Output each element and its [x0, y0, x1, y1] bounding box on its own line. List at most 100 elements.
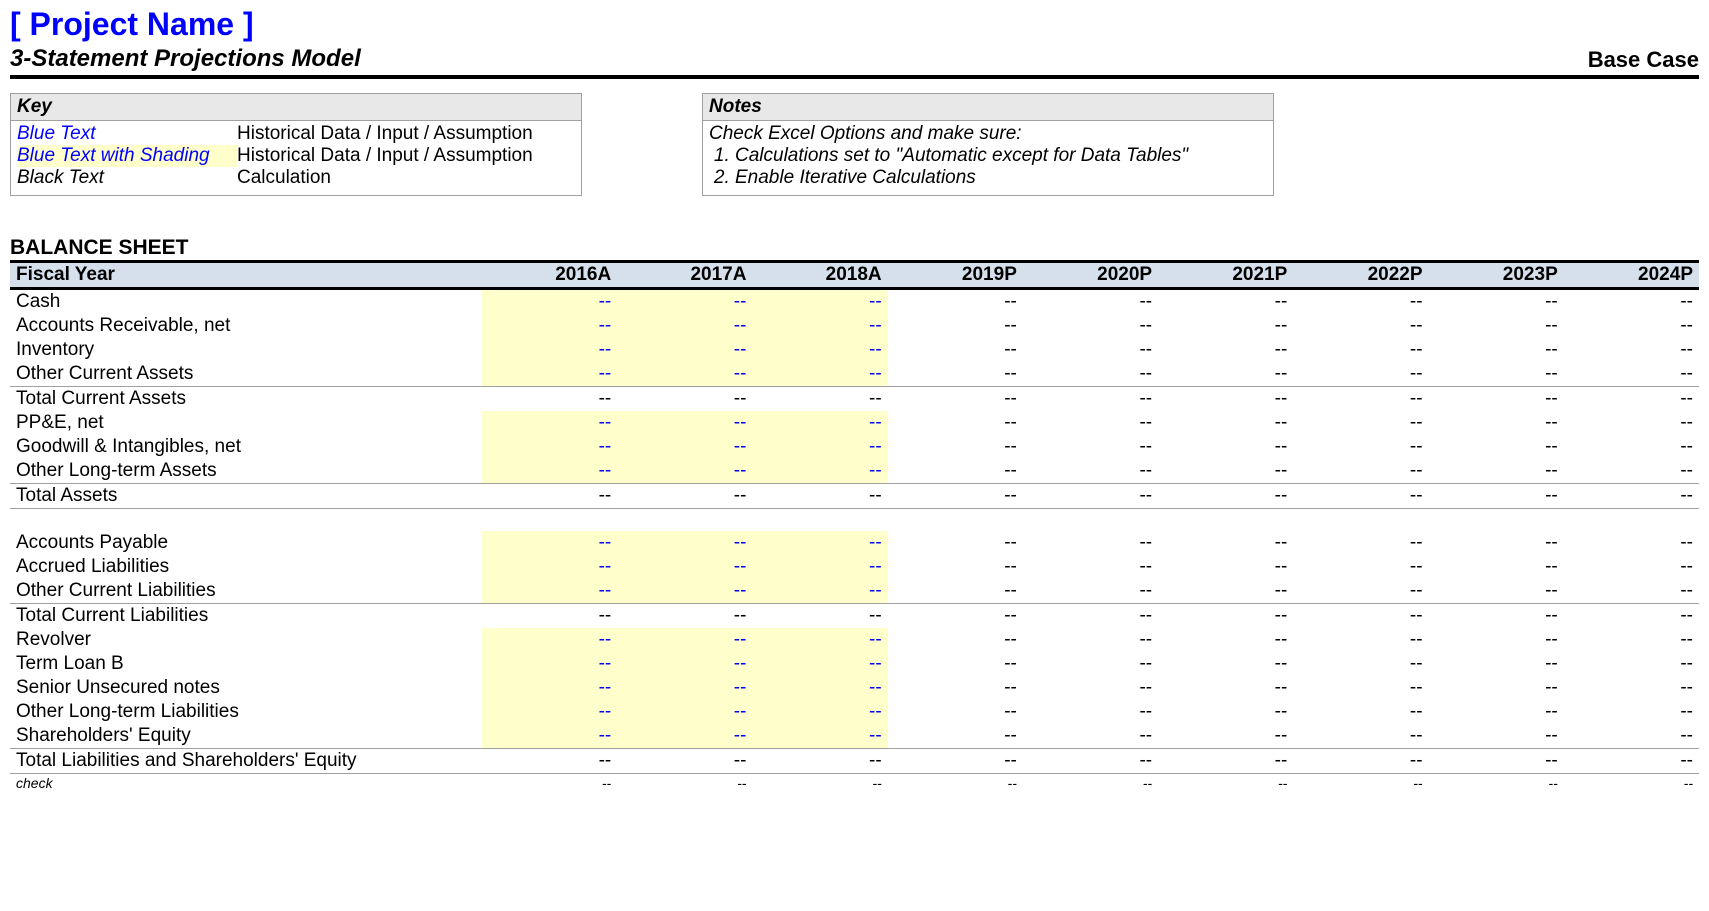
- cell-value: --: [1158, 411, 1293, 435]
- cell-value[interactable]: --: [482, 459, 617, 484]
- cell-value: --: [1158, 314, 1293, 338]
- cell-value: --: [1023, 314, 1158, 338]
- key-desc: Historical Data / Input / Assumption: [237, 145, 533, 167]
- notes-panel: Notes Check Excel Options and make sure:…: [702, 93, 1274, 196]
- cell-value: --: [1158, 749, 1293, 774]
- key-label: Blue Text: [17, 123, 237, 145]
- cell-value[interactable]: --: [617, 724, 752, 749]
- table-row: Revolver------------------: [10, 628, 1699, 652]
- cell-value[interactable]: --: [617, 435, 752, 459]
- cell-value[interactable]: --: [482, 531, 617, 555]
- cell-value: --: [1429, 604, 1564, 629]
- row-label: Other Long-term Assets: [10, 459, 482, 484]
- cell-value: --: [1158, 700, 1293, 724]
- cell-value[interactable]: --: [482, 314, 617, 338]
- cell-value: --: [617, 774, 752, 793]
- cell-value[interactable]: --: [482, 411, 617, 435]
- cell-value[interactable]: --: [617, 700, 752, 724]
- cell-value[interactable]: --: [617, 555, 752, 579]
- cell-value[interactable]: --: [752, 314, 887, 338]
- cell-value[interactable]: --: [482, 628, 617, 652]
- cell-value: --: [752, 387, 887, 412]
- cell-value: --: [1158, 676, 1293, 700]
- cell-value[interactable]: --: [617, 531, 752, 555]
- key-panel: Key Blue TextHistorical Data / Input / A…: [10, 93, 582, 196]
- cell-value[interactable]: --: [752, 555, 887, 579]
- cell-value[interactable]: --: [617, 676, 752, 700]
- cell-value: --: [888, 314, 1023, 338]
- cell-value: --: [888, 531, 1023, 555]
- year-header: 2024P: [1564, 262, 1699, 289]
- cell-value[interactable]: --: [617, 338, 752, 362]
- cell-value: --: [1293, 724, 1428, 749]
- cell-value[interactable]: --: [482, 435, 617, 459]
- table-row: Term Loan B------------------: [10, 652, 1699, 676]
- row-label: Inventory: [10, 338, 482, 362]
- cell-value: --: [1293, 676, 1428, 700]
- cell-value[interactable]: --: [617, 579, 752, 604]
- cell-value: --: [1429, 314, 1564, 338]
- cell-value[interactable]: --: [752, 700, 887, 724]
- cell-value: --: [1023, 411, 1158, 435]
- cell-value[interactable]: --: [482, 700, 617, 724]
- cell-value: --: [1429, 579, 1564, 604]
- cell-value: --: [1158, 579, 1293, 604]
- cell-value: --: [1158, 435, 1293, 459]
- cell-value[interactable]: --: [482, 362, 617, 387]
- cell-value: --: [1293, 774, 1428, 793]
- cell-value[interactable]: --: [617, 459, 752, 484]
- cell-value[interactable]: --: [752, 628, 887, 652]
- table-row: PP&E, net------------------: [10, 411, 1699, 435]
- cell-value[interactable]: --: [617, 362, 752, 387]
- cell-value[interactable]: --: [482, 338, 617, 362]
- cell-value[interactable]: --: [482, 652, 617, 676]
- cell-value: --: [1429, 484, 1564, 509]
- cell-value: --: [1023, 676, 1158, 700]
- cell-value: --: [1023, 362, 1158, 387]
- cell-value[interactable]: --: [752, 652, 887, 676]
- cell-value[interactable]: --: [617, 314, 752, 338]
- cell-value: --: [617, 749, 752, 774]
- balance-sheet-title: BALANCE SHEET: [10, 236, 1699, 260]
- cell-value: --: [1158, 387, 1293, 412]
- cell-value: --: [1429, 749, 1564, 774]
- cell-value: --: [888, 555, 1023, 579]
- cell-value[interactable]: --: [617, 289, 752, 315]
- cell-value[interactable]: --: [482, 724, 617, 749]
- notes-panel-title: Notes: [703, 94, 1273, 121]
- cell-value: --: [1564, 411, 1699, 435]
- cell-value: --: [1023, 435, 1158, 459]
- cell-value[interactable]: --: [752, 435, 887, 459]
- table-row: Cash------------------: [10, 289, 1699, 315]
- project-title: [ Project Name ]: [10, 6, 1699, 43]
- row-label: Total Liabilities and Shareholders' Equi…: [10, 749, 482, 774]
- cell-value[interactable]: --: [752, 411, 887, 435]
- cell-value[interactable]: --: [752, 289, 887, 315]
- cell-value[interactable]: --: [752, 531, 887, 555]
- cell-value[interactable]: --: [752, 459, 887, 484]
- cell-value[interactable]: --: [482, 555, 617, 579]
- cell-value[interactable]: --: [617, 652, 752, 676]
- cell-value: --: [1293, 338, 1428, 362]
- cell-value: --: [1429, 387, 1564, 412]
- cell-value[interactable]: --: [752, 676, 887, 700]
- year-header: 2019P: [888, 262, 1023, 289]
- cell-value: --: [1023, 604, 1158, 629]
- cell-value: --: [1429, 555, 1564, 579]
- year-header: 2022P: [1293, 262, 1428, 289]
- cell-value[interactable]: --: [482, 676, 617, 700]
- table-row: Accrued Liabilities------------------: [10, 555, 1699, 579]
- cell-value[interactable]: --: [617, 411, 752, 435]
- cell-value[interactable]: --: [482, 579, 617, 604]
- cell-value[interactable]: --: [482, 289, 617, 315]
- cell-value: --: [888, 724, 1023, 749]
- cell-value: --: [1023, 531, 1158, 555]
- cell-value: --: [1293, 289, 1428, 315]
- cell-value[interactable]: --: [752, 579, 887, 604]
- cell-value: --: [1293, 555, 1428, 579]
- cell-value[interactable]: --: [752, 724, 887, 749]
- cell-value[interactable]: --: [752, 362, 887, 387]
- cell-value[interactable]: --: [752, 338, 887, 362]
- cell-value: --: [1023, 724, 1158, 749]
- cell-value[interactable]: --: [617, 628, 752, 652]
